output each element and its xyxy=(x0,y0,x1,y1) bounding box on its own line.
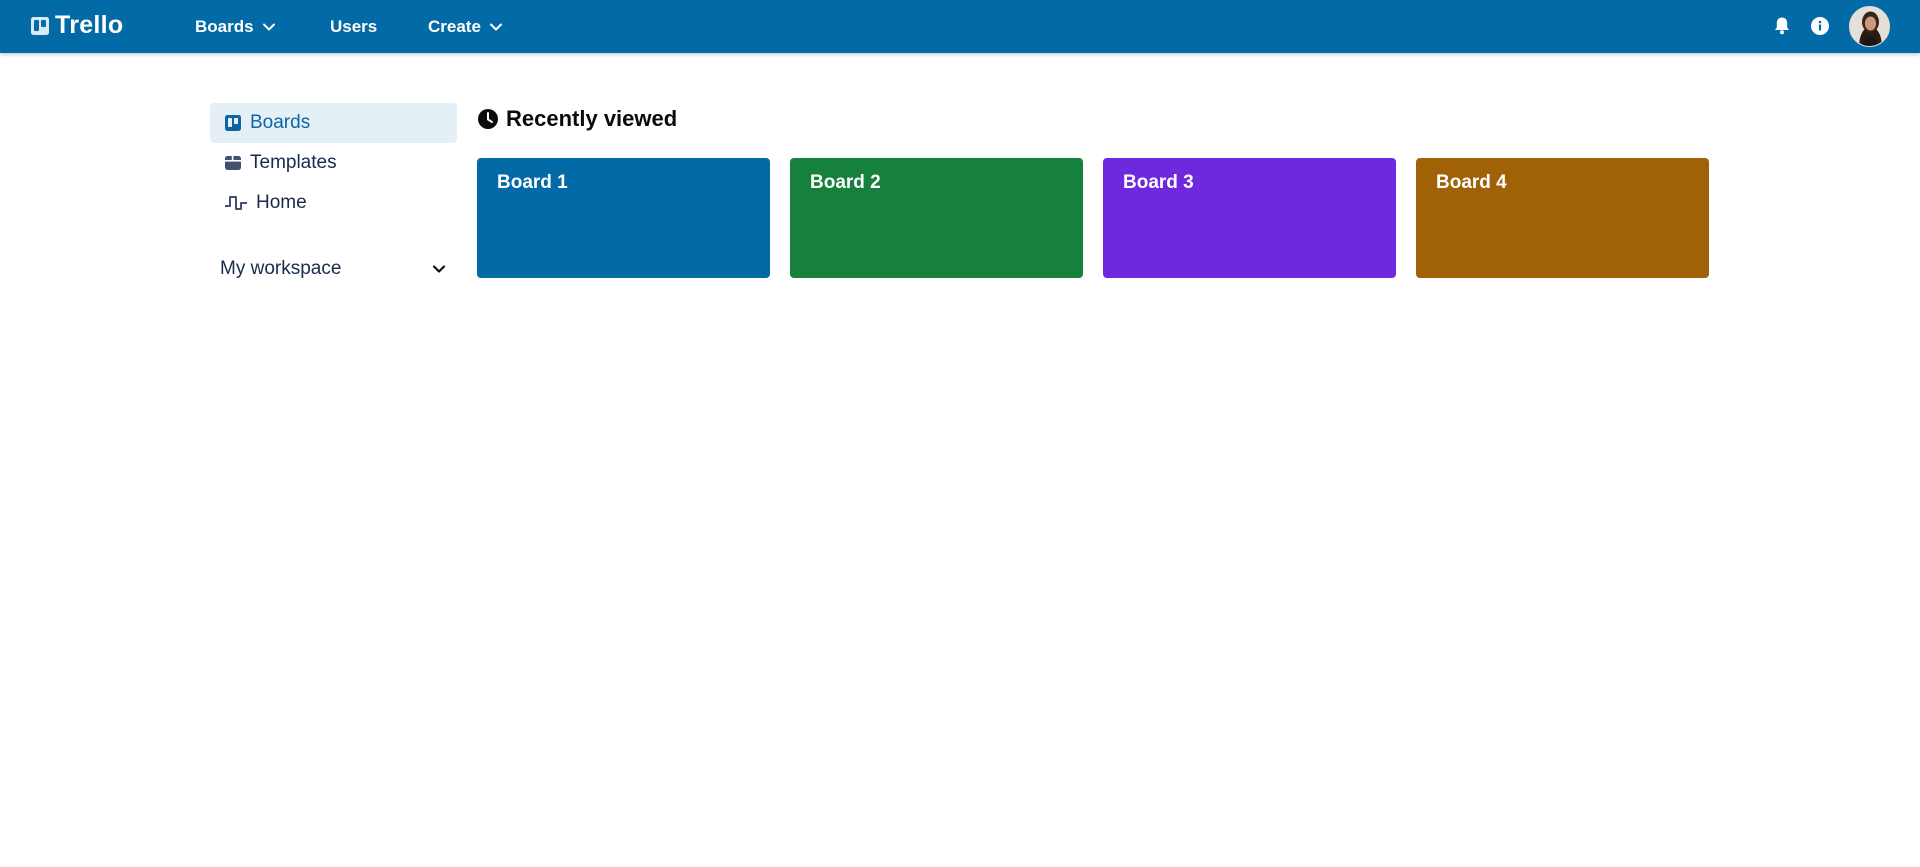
board-title: Board 3 xyxy=(1123,172,1194,193)
trello-logo[interactable]: Trello xyxy=(31,11,124,40)
info-icon xyxy=(1811,17,1829,35)
nav-boards-dropdown[interactable]: Boards xyxy=(195,0,276,53)
workspace-toggle[interactable]: My workspace xyxy=(210,249,457,289)
info-button[interactable] xyxy=(1809,15,1831,37)
sidebar-item-label: Boards xyxy=(250,112,311,133)
recently-viewed-heading: Recently viewed xyxy=(477,106,677,132)
board-card[interactable]: Board 4 xyxy=(1416,158,1709,278)
board-title: Board 1 xyxy=(497,172,568,193)
board-card[interactable]: Board 2 xyxy=(790,158,1083,278)
section-title-text: Recently viewed xyxy=(506,106,678,131)
board-title: Board 4 xyxy=(1436,172,1507,193)
sidebar-item-boards[interactable]: Boards xyxy=(210,103,457,143)
trello-logo-icon xyxy=(31,16,49,35)
avatar-image xyxy=(1850,7,1889,46)
sidebar-item-templates[interactable]: Templates xyxy=(210,143,457,183)
nav-boards-label: Boards xyxy=(195,16,254,36)
nav-create-label: Create xyxy=(428,16,481,36)
workspace-label: My workspace xyxy=(220,258,342,279)
board-card[interactable]: Board 3 xyxy=(1103,158,1396,278)
nav-create-dropdown[interactable]: Create xyxy=(428,0,503,53)
notifications-button[interactable] xyxy=(1771,15,1793,37)
nav-users-link[interactable]: Users xyxy=(330,0,377,53)
logo-text: Trello xyxy=(55,11,124,39)
board-card[interactable]: Board 1 xyxy=(477,158,770,278)
pulse-icon xyxy=(225,196,247,210)
sidebar-item-label: Templates xyxy=(250,152,337,173)
board-title: Board 2 xyxy=(810,172,881,193)
clock-icon xyxy=(478,109,498,129)
bell-icon xyxy=(1775,17,1789,35)
top-navigation-bar: Trello Boards Users Create xyxy=(0,0,1920,53)
chevron-down-icon xyxy=(489,23,502,30)
chevron-down-icon xyxy=(262,23,275,30)
sidebar-item-home[interactable]: Home xyxy=(210,183,457,223)
sidebar-item-label: Home xyxy=(256,192,307,213)
user-avatar[interactable] xyxy=(1849,6,1890,47)
chevron-down-icon xyxy=(432,265,446,273)
template-icon xyxy=(225,156,241,170)
board-icon xyxy=(225,115,241,131)
nav-users-label: Users xyxy=(330,16,378,36)
